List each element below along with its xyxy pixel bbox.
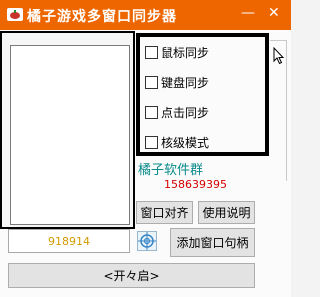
- app-icon: [7, 8, 23, 21]
- checkbox-label: 键盘同步: [161, 75, 210, 90]
- window-preview-frame: [0, 31, 135, 229]
- checkbox-click-sync[interactable]: 点击同步: [145, 104, 209, 120]
- sync-options-panel: 鼠标同步 键盘同步 点击同步 核级模式: [136, 33, 269, 156]
- checkbox-keyboard-sync[interactable]: 键盘同步: [145, 74, 209, 90]
- checkbox-box[interactable]: [145, 75, 158, 89]
- checkbox-box[interactable]: [145, 135, 158, 149]
- crosshair-target-icon[interactable]: [137, 231, 157, 251]
- window-title: 橘子游戏多窗口同步器: [27, 9, 177, 25]
- qq-number: 158639395: [164, 178, 227, 191]
- checkbox-label: 核级模式: [161, 135, 210, 150]
- help-button[interactable]: 使用说明: [198, 201, 255, 224]
- close-button[interactable]: ✕: [268, 4, 280, 22]
- window-preview[interactable]: [10, 45, 130, 225]
- start-button[interactable]: <开々启>: [8, 263, 255, 288]
- add-window-handle-button[interactable]: 添加窗口句柄: [170, 228, 255, 257]
- mouse-pointer-icon: [273, 47, 285, 65]
- minimize-button[interactable]: —: [241, 4, 255, 22]
- checkbox-box[interactable]: [145, 45, 158, 59]
- group-label[interactable]: 橘子软件群: [138, 159, 203, 178]
- checkbox-label: 鼠标同步: [161, 45, 210, 60]
- checkbox-core-mode[interactable]: 核级模式: [145, 134, 209, 150]
- title-bar[interactable]: 橘子游戏多窗口同步器 — ✕: [0, 0, 291, 30]
- checkbox-mouse-sync[interactable]: 鼠标同步: [145, 44, 209, 60]
- checkbox-box[interactable]: [145, 105, 158, 119]
- checkbox-label: 点击同步: [161, 105, 210, 120]
- align-windows-button[interactable]: 窗口对齐: [136, 201, 193, 224]
- handle-field[interactable]: 918914: [8, 229, 130, 253]
